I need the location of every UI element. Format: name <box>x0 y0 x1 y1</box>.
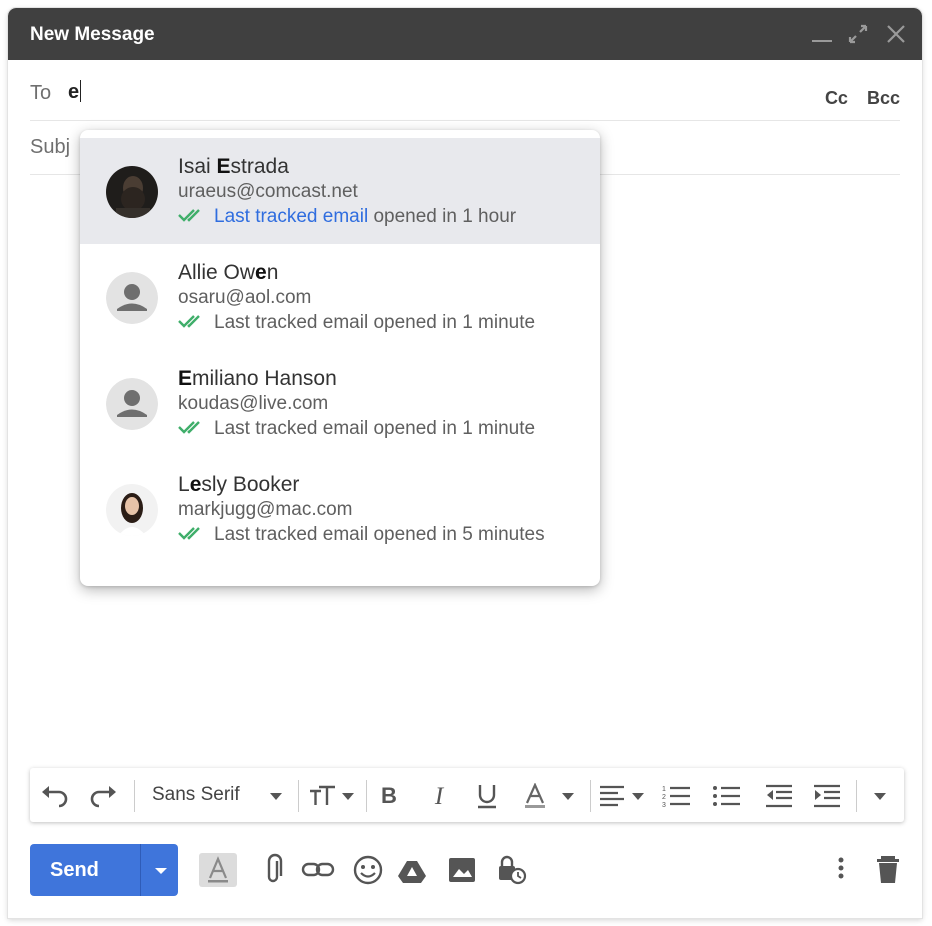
suggestion-item[interactable]: Isai Estrada uraeus@comcast.net Last tra… <box>80 138 600 244</box>
window-title: New Message <box>30 24 155 45</box>
suggestion-text: Isai Estrada uraeus@comcast.net Last tra… <box>178 154 516 229</box>
toolbar-divider <box>298 780 299 812</box>
tracking-status: Last tracked email opened in 1 minute <box>178 310 535 335</box>
toolbar-divider <box>366 780 367 812</box>
suggestion-item[interactable]: Emiliano Hanson koudas@live.com Last tra… <box>80 350 600 456</box>
toolbar-divider <box>134 780 135 812</box>
contact-name: Isai Estrada <box>178 155 289 178</box>
align-icon[interactable] <box>598 783 650 809</box>
double-check-icon <box>178 315 200 328</box>
italic-icon[interactable]: I <box>426 783 452 810</box>
to-input-value: e <box>68 81 80 103</box>
suggestion-item[interactable]: Allie Owen osaru@aol.com Last tracked em… <box>80 244 600 350</box>
text-color-icon[interactable] <box>522 783 578 809</box>
double-check-icon <box>178 209 200 222</box>
send-options-icon[interactable] <box>146 858 176 882</box>
send-label: Send <box>50 859 99 881</box>
avatar <box>106 484 158 536</box>
subject-label: Subj <box>30 136 71 158</box>
contact-email: osaru@aol.com <box>178 287 312 308</box>
underline-icon[interactable] <box>474 783 500 809</box>
text-size-icon[interactable] <box>308 783 358 809</box>
text-caret <box>80 80 82 102</box>
bold-icon[interactable]: B <box>376 783 402 809</box>
avatar <box>106 272 158 324</box>
title-bar[interactable]: New Message <box>8 8 922 60</box>
toolbar-divider <box>856 780 857 812</box>
formatting-toolbar: Sans Serif B I 123 <box>30 768 904 822</box>
undo-icon[interactable] <box>40 783 70 809</box>
attach-icon[interactable] <box>256 852 292 888</box>
toolbar-divider <box>590 780 591 812</box>
avatar <box>106 378 158 430</box>
compose-window: New Message To e Cc Bcc Subj Isai Estrad… <box>8 8 922 918</box>
drive-icon[interactable] <box>394 852 430 888</box>
contact-name: Allie Owen <box>178 261 279 284</box>
contact-name: Emiliano Hanson <box>178 367 337 390</box>
send-divider <box>140 844 141 896</box>
close-icon[interactable] <box>884 22 908 46</box>
double-check-icon <box>178 421 200 434</box>
emoji-icon[interactable] <box>350 852 386 888</box>
discard-draft-icon[interactable] <box>870 852 906 888</box>
redo-icon[interactable] <box>88 783 118 809</box>
indent-less-icon[interactable] <box>764 783 794 809</box>
suggestion-text: Lesly Booker markjugg@mac.com Last track… <box>178 472 545 547</box>
minimize-icon[interactable] <box>810 22 834 46</box>
expand-icon[interactable] <box>846 22 870 46</box>
bulleted-list-icon[interactable] <box>712 783 742 809</box>
chevron-down-icon[interactable] <box>268 783 284 809</box>
to-input[interactable]: e <box>68 80 82 104</box>
tracking-status: Last tracked email opened in 5 minutes <box>178 522 545 547</box>
send-button[interactable]: Send <box>30 844 178 896</box>
numbered-list-icon[interactable]: 123 <box>662 783 692 809</box>
tracked-email-link[interactable]: Last tracked email <box>214 206 368 227</box>
contact-name: Lesly Booker <box>178 473 300 496</box>
contact-email: koudas@live.com <box>178 393 329 414</box>
to-label: To <box>30 82 52 104</box>
svg-text:3: 3 <box>662 802 666 809</box>
recipient-suggestions: Isai Estrada uraeus@comcast.net Last tra… <box>80 130 600 586</box>
tracking-status: Last tracked email opened in 1 minute <box>178 416 535 441</box>
double-check-icon <box>178 527 200 540</box>
svg-text:2: 2 <box>662 794 666 801</box>
bcc-link[interactable]: Bcc <box>867 88 900 108</box>
insert-photo-icon[interactable] <box>444 852 480 888</box>
suggestion-text: Allie Owen osaru@aol.com Last tracked em… <box>178 260 535 335</box>
more-options-icon[interactable] <box>826 852 856 888</box>
contact-email: markjugg@mac.com <box>178 499 353 520</box>
cc-link[interactable]: Cc <box>825 88 848 108</box>
suggestion-text: Emiliano Hanson koudas@live.com Last tra… <box>178 366 535 441</box>
to-field[interactable]: To e Cc Bcc <box>30 66 900 121</box>
more-formatting-icon[interactable] <box>870 783 890 809</box>
tracking-status: Last tracked email opened in 1 hour <box>178 204 516 229</box>
contact-email: uraeus@comcast.net <box>178 181 358 202</box>
indent-more-icon[interactable] <box>812 783 842 809</box>
formatting-options-icon[interactable] <box>198 852 238 888</box>
font-family-value: Sans Serif <box>152 784 240 805</box>
link-icon[interactable] <box>300 852 336 888</box>
svg-text:1: 1 <box>662 786 666 793</box>
avatar <box>106 166 158 218</box>
cc-bcc-links: Cc Bcc <box>811 88 900 109</box>
font-family-select[interactable]: Sans Serif <box>152 784 240 806</box>
suggestion-item[interactable]: Lesly Booker markjugg@mac.com Last track… <box>80 456 600 562</box>
confidential-mode-icon[interactable] <box>494 852 530 888</box>
